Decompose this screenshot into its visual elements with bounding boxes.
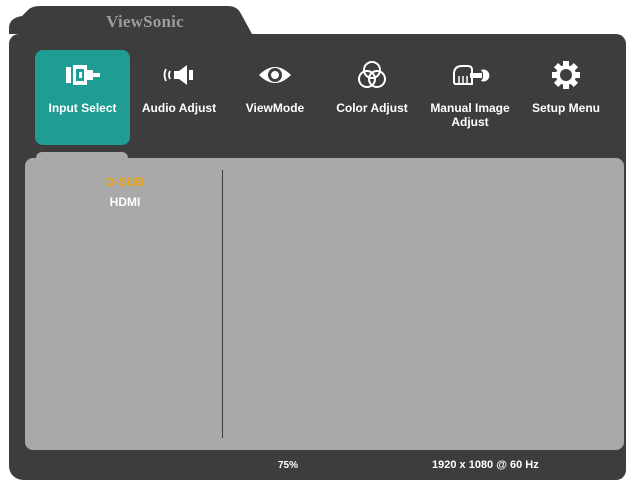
option-d-sub[interactable]: D-SUB	[75, 175, 175, 189]
menu-item-label: Color Adjust	[336, 101, 408, 115]
input-select-icon	[35, 60, 130, 90]
menu-item-color-adjust[interactable]: Color Adjust	[328, 50, 416, 145]
menu-item-label: Setup Menu	[532, 101, 600, 115]
gear-icon	[524, 60, 608, 90]
menu-item-label: Audio Adjust	[141, 101, 217, 115]
menu-item-viewmode[interactable]: ViewMode	[232, 50, 318, 145]
eye-icon	[232, 60, 318, 90]
menu-item-label: Manual Image Adjust	[430, 101, 510, 129]
submenu-divider	[222, 170, 223, 438]
menu-item-input-select[interactable]: Input Select	[35, 50, 130, 145]
osd-menu: ViewSonic Input Select Audio Adjust View…	[0, 0, 627, 481]
menu-item-setup-menu[interactable]: Setup Menu	[524, 50, 608, 145]
menu-item-label: Input Select	[48, 101, 117, 115]
menu-item-manual-image-adjust[interactable]: Manual Image Adjust	[426, 50, 514, 145]
volume-percent: 75%	[278, 460, 299, 471]
menu-item-label: ViewMode	[245, 101, 305, 115]
speaker-icon	[136, 60, 222, 90]
option-hdmi[interactable]: HDMI	[75, 195, 175, 209]
menu-item-audio-adjust[interactable]: Audio Adjust	[136, 50, 222, 145]
resolution-readout: 1920 x 1080 @ 60 Hz	[432, 459, 539, 471]
hand-wrench-icon	[426, 60, 514, 90]
color-circles-icon	[328, 60, 416, 90]
status-bar: eco	[0, 0, 627, 22]
